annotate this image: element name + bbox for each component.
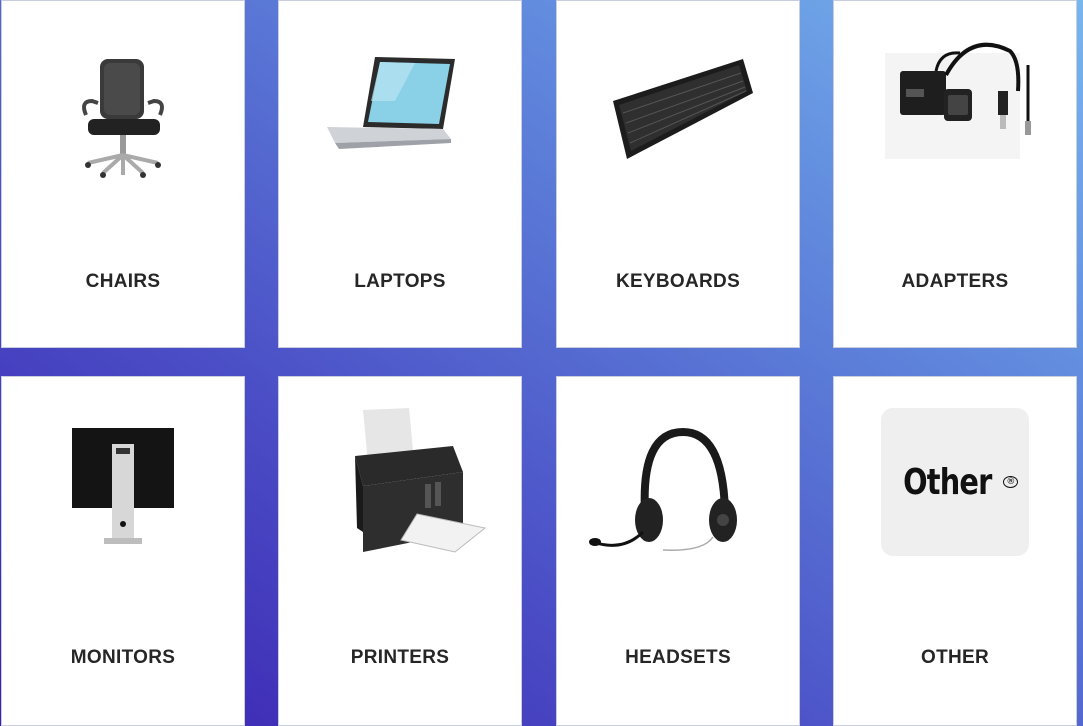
other-logo-icon: Other ®: [881, 408, 1029, 556]
category-label: ADAPTERS: [901, 271, 1009, 292]
category-label: HEADSETS: [625, 647, 731, 668]
category-card-other[interactable]: Other ® OTHER: [833, 376, 1077, 726]
category-label: OTHER: [921, 647, 989, 668]
category-card-headsets[interactable]: HEADSETS: [556, 376, 800, 726]
category-label: PRINTERS: [350, 647, 450, 668]
headset-icon: [583, 402, 773, 562]
other-logo-text: Other: [902, 461, 992, 503]
category-grid: CHAIRS LAPTOPS KEYBOARDS ADAPTERS MONITO…: [0, 0, 1083, 726]
office-chair-icon: [28, 31, 218, 181]
laptop-icon: [305, 31, 495, 181]
category-card-monitors[interactable]: MONITORS: [1, 376, 245, 726]
monitor-icon: [28, 402, 218, 562]
adapter-icon: [860, 31, 1050, 181]
printer-icon: [305, 402, 495, 562]
other-logo-mark: ®: [1003, 476, 1019, 488]
category-card-chairs[interactable]: CHAIRS: [1, 0, 245, 348]
category-card-laptops[interactable]: LAPTOPS: [278, 0, 522, 348]
category-card-printers[interactable]: PRINTERS: [278, 376, 522, 726]
category-label: LAPTOPS: [354, 271, 446, 292]
category-label: KEYBOARDS: [615, 271, 741, 292]
category-label: MONITORS: [70, 647, 176, 668]
keyboard-icon: [583, 31, 773, 181]
category-card-keyboards[interactable]: KEYBOARDS: [556, 0, 800, 348]
category-card-adapters[interactable]: ADAPTERS: [833, 0, 1077, 348]
category-label: CHAIRS: [85, 271, 161, 292]
